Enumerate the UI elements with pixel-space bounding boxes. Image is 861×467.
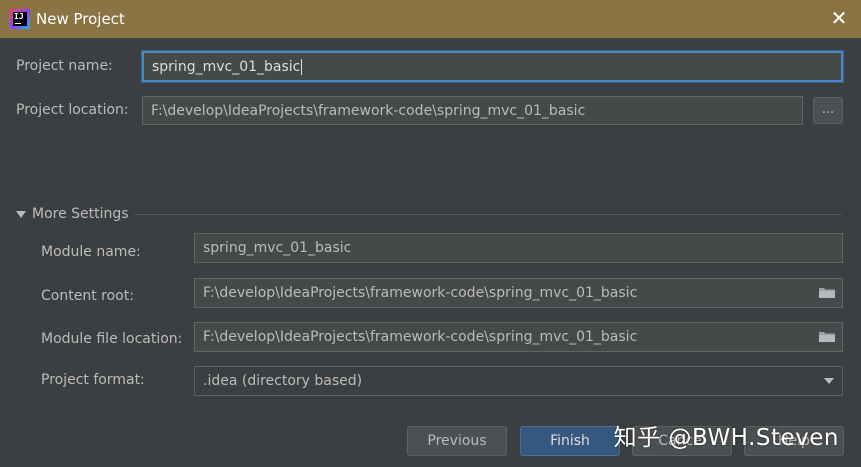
content-root-value: F:\develop\IdeaProjects\framework-code\s… — [203, 285, 638, 301]
module-name-label: Module name: — [41, 244, 141, 260]
project-name-input[interactable]: spring_mvc_01_basic — [142, 51, 843, 82]
project-location-input[interactable]: F:\develop\IdeaProjects\framework-code\s… — [142, 96, 803, 125]
watermark-text: 知乎 @BWH.Steven — [613, 425, 839, 451]
folder-icon[interactable] — [818, 330, 836, 343]
project-location-label: Project location: — [16, 102, 129, 118]
previous-button-label: Previous — [427, 433, 487, 449]
section-separator — [134, 214, 842, 215]
window-title: New Project — [36, 10, 125, 28]
browse-location-button[interactable]: ... — [813, 97, 843, 124]
project-format-select[interactable]: .idea (directory based) — [194, 366, 843, 396]
project-name-value: spring_mvc_01_basic — [152, 58, 301, 75]
module-file-location-input[interactable]: F:\develop\IdeaProjects\framework-code\s… — [194, 322, 843, 352]
intellij-idea-icon: IJ — [10, 9, 30, 29]
module-file-location-label: Module file location: — [41, 331, 183, 347]
project-name-label: Project name: — [16, 58, 113, 74]
finish-button[interactable]: Finish — [520, 426, 620, 456]
text-caret — [301, 58, 303, 75]
chevron-down-icon — [824, 378, 834, 384]
close-icon[interactable]: ✕ — [829, 8, 849, 28]
previous-button[interactable]: Previous — [407, 426, 507, 456]
more-settings-toggle[interactable]: More Settings — [16, 206, 129, 222]
finish-button-label: Finish — [550, 433, 590, 449]
project-format-value: .idea (directory based) — [203, 373, 363, 389]
more-settings-title: More Settings — [32, 206, 129, 222]
content-root-label: Content root: — [41, 288, 134, 304]
content-root-input[interactable]: F:\develop\IdeaProjects\framework-code\s… — [194, 278, 843, 308]
title-bar: IJ New Project ✕ — [0, 0, 861, 38]
project-format-label: Project format: — [41, 372, 145, 388]
folder-icon[interactable] — [818, 286, 836, 299]
module-name-value: spring_mvc_01_basic — [203, 240, 352, 256]
project-location-value: F:\develop\IdeaProjects\framework-code\s… — [151, 102, 586, 119]
module-name-input[interactable]: spring_mvc_01_basic — [194, 233, 843, 263]
expand-triangle-icon — [16, 210, 26, 218]
module-file-location-value: F:\develop\IdeaProjects\framework-code\s… — [203, 329, 638, 345]
